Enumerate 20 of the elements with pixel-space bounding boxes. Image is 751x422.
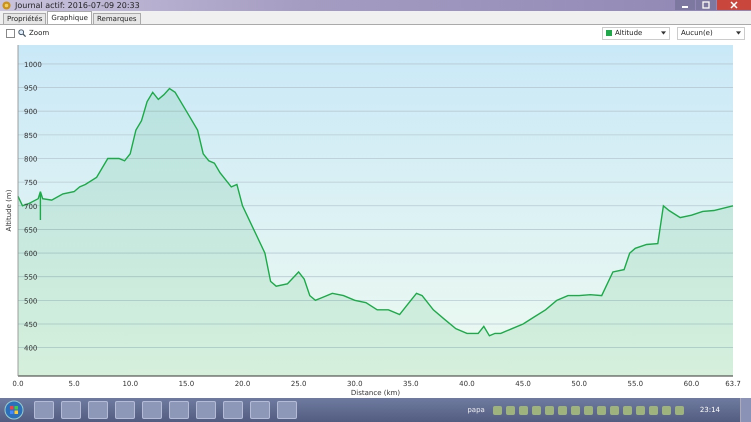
maximize-icon <box>702 1 710 10</box>
square-icon[interactable] <box>518 406 528 414</box>
maximize-button[interactable] <box>696 0 716 10</box>
start-button[interactable] <box>4 400 24 420</box>
app-icon <box>2 0 11 10</box>
close-button[interactable] <box>717 0 751 10</box>
square-icon[interactable] <box>558 406 567 414</box>
minimize-button[interactable] <box>675 0 695 10</box>
zoom-checkbox[interactable] <box>6 28 15 38</box>
square-icon[interactable] <box>596 406 606 414</box>
square-icon[interactable] <box>610 406 619 414</box>
square-icon[interactable] <box>532 406 541 414</box>
square-icon[interactable] <box>636 406 645 414</box>
search-icon <box>18 29 26 38</box>
window-title: Journal actif: 2016-07-09 20:33 <box>15 0 140 10</box>
caret-icon <box>661 31 666 36</box>
show-desktop-button[interactable] <box>740 398 751 422</box>
square-icon[interactable] <box>570 406 580 414</box>
close-icon <box>730 1 738 10</box>
caret-icon <box>736 31 741 36</box>
